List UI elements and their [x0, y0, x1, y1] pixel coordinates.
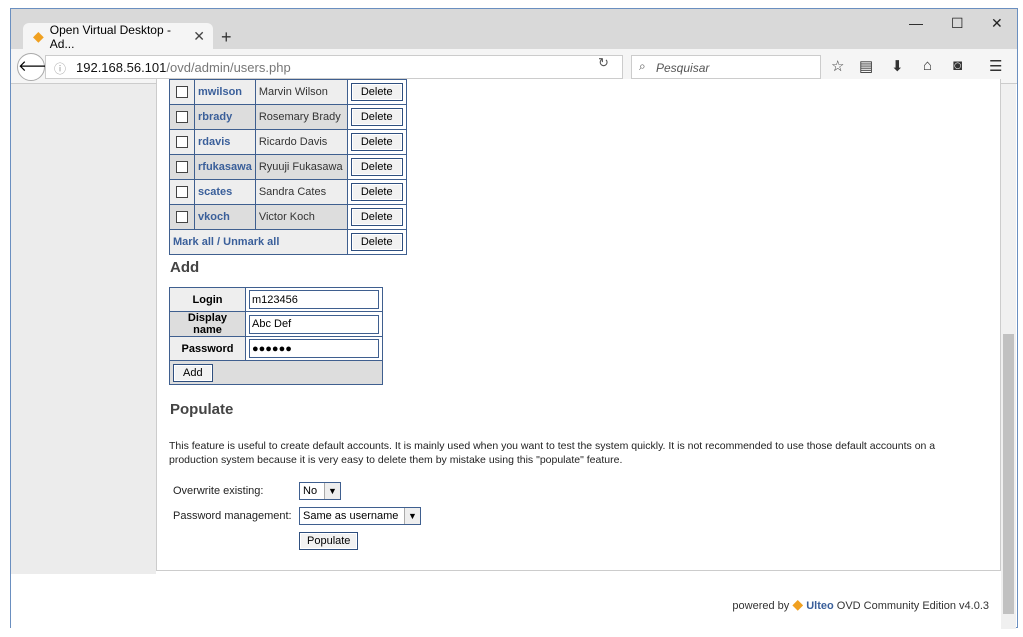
- row-checkbox[interactable]: [176, 211, 188, 224]
- table-row: rdavis Ricardo Davis Delete: [169, 129, 407, 155]
- mark-all-link[interactable]: Mark all: [173, 236, 214, 248]
- login-input[interactable]: [249, 290, 379, 309]
- user-login-link[interactable]: mwilson: [198, 86, 242, 98]
- unmark-all-link[interactable]: Unmark all: [223, 236, 279, 248]
- row-checkbox[interactable]: [176, 161, 188, 174]
- ulteo-logo-icon: ◆: [792, 596, 804, 612]
- login-label: Login: [169, 287, 246, 312]
- user-login-link[interactable]: vkoch: [198, 211, 230, 223]
- table-row: scates Sandra Cates Delete: [169, 179, 407, 205]
- back-icon[interactable]: 🡐: [17, 53, 58, 81]
- chevron-down-icon: ▼: [404, 508, 420, 524]
- row-checkbox[interactable]: [176, 86, 188, 99]
- delete-user-button[interactable]: Delete: [350, 108, 403, 126]
- delete-selected-button[interactable]: Delete: [350, 233, 403, 251]
- info-icon: ⓘ: [54, 62, 67, 76]
- reload-icon[interactable]: ↻: [598, 55, 609, 71]
- overwrite-label: Overwrite existing:: [173, 485, 264, 497]
- delete-user-button[interactable]: Delete: [350, 208, 403, 226]
- add-button[interactable]: Add: [173, 363, 213, 382]
- populate-description: This feature is useful to create default…: [169, 440, 936, 466]
- display-name-label: Display name: [169, 311, 246, 337]
- close-tab-icon[interactable]: ✕: [193, 28, 205, 45]
- populate-button[interactable]: Populate: [299, 532, 359, 550]
- user-login-link[interactable]: scates: [198, 186, 232, 198]
- overwrite-select[interactable]: No ▼: [299, 482, 341, 500]
- password-input[interactable]: [249, 339, 379, 358]
- edition-text: OVD Community Edition v4.0.3: [836, 600, 989, 612]
- separator: /: [213, 236, 224, 248]
- title-bar: ◆ Open Virtual Desktop - Ad... ✕ + — ☐ ✕: [11, 9, 1017, 51]
- row-checkbox[interactable]: [176, 136, 188, 149]
- url-host: 192.168.56.101: [76, 60, 167, 75]
- sidebar: [11, 84, 156, 574]
- password-management-label: Password management:: [173, 510, 292, 522]
- home-icon[interactable]: ⌂: [923, 57, 932, 74]
- bookmark-star-icon[interactable]: ☆: [831, 57, 844, 75]
- delete-user-button[interactable]: Delete: [350, 133, 403, 151]
- close-window-icon[interactable]: ✕: [991, 15, 1003, 32]
- table-row: mwilson Marvin Wilson Delete: [169, 79, 407, 105]
- main-panel: mwilson Marvin Wilson Delete rbrady Rosemary…: [156, 79, 1001, 571]
- user-display-name: Rosemary Brady: [254, 104, 348, 130]
- scrollbar[interactable]: [1001, 84, 1016, 629]
- download-icon[interactable]: ⬇: [891, 57, 904, 75]
- tab-title: Open Virtual Desktop - Ad...: [49, 22, 171, 51]
- search-input[interactable]: ⌕ Pesquisar: [631, 55, 821, 79]
- display-name-input[interactable]: [249, 314, 379, 334]
- user-display-name: Ryuuji Fukasawa: [254, 154, 348, 180]
- reading-list-icon[interactable]: ▤: [859, 57, 873, 75]
- url-bar[interactable]: ⓘ 192.168.56.101/ovd/admin/users.php: [45, 55, 623, 79]
- user-login-link[interactable]: rfukasawa: [198, 161, 252, 173]
- search-icon: ⌕: [639, 59, 646, 73]
- chevron-down-icon: ▼: [324, 483, 340, 499]
- row-checkbox[interactable]: [176, 111, 188, 124]
- delete-user-button[interactable]: Delete: [350, 158, 403, 176]
- delete-user-button[interactable]: Delete: [350, 83, 403, 101]
- minimize-icon[interactable]: —: [909, 15, 923, 31]
- user-display-name: Ricardo Davis: [254, 129, 348, 155]
- url-path: /ovd/admin/users.php: [166, 60, 291, 75]
- user-display-name: Sandra Cates: [254, 179, 348, 205]
- row-checkbox[interactable]: [176, 186, 188, 199]
- menu-icon[interactable]: ☰: [989, 57, 1002, 75]
- footer: powered by ◆ Ulteo OVD Community Edition…: [732, 596, 989, 613]
- new-tab-icon[interactable]: +: [221, 27, 232, 48]
- password-label: Password: [169, 336, 246, 361]
- brand-name: Ulteo: [806, 600, 834, 612]
- delete-user-button[interactable]: Delete: [350, 183, 403, 201]
- overwrite-value: No: [303, 485, 318, 497]
- password-management-value: Same as username: [303, 510, 399, 522]
- add-heading: Add: [170, 259, 200, 276]
- user-login-link[interactable]: rbrady: [198, 111, 232, 123]
- populate-heading: Populate: [170, 401, 234, 418]
- table-row: vkoch Victor Koch Delete: [169, 204, 407, 230]
- pocket-icon[interactable]: ◙: [953, 57, 962, 74]
- search-placeholder: Pesquisar: [656, 61, 710, 75]
- table-row: rbrady Rosemary Brady Delete: [169, 104, 407, 130]
- powered-by-text: powered by: [732, 600, 790, 612]
- user-display-name: Marvin Wilson: [254, 79, 348, 105]
- users-table: mwilson Marvin Wilson Delete rbrady Rosemary…: [169, 79, 407, 255]
- user-login-link[interactable]: rdavis: [198, 136, 230, 148]
- scrollbar-thumb[interactable]: [1003, 334, 1014, 614]
- password-management-select[interactable]: Same as username ▼: [299, 507, 421, 525]
- add-user-form: Login Display name Password Add: [169, 287, 383, 385]
- browser-tab[interactable]: ◆ Open Virtual Desktop - Ad... ✕: [23, 22, 213, 51]
- table-row: rfukasawa Ryuuji Fukasawa Delete: [169, 154, 407, 180]
- user-display-name: Victor Koch: [254, 204, 348, 230]
- ulteo-logo-icon: ◆: [33, 28, 44, 44]
- maximize-icon[interactable]: ☐: [951, 15, 964, 32]
